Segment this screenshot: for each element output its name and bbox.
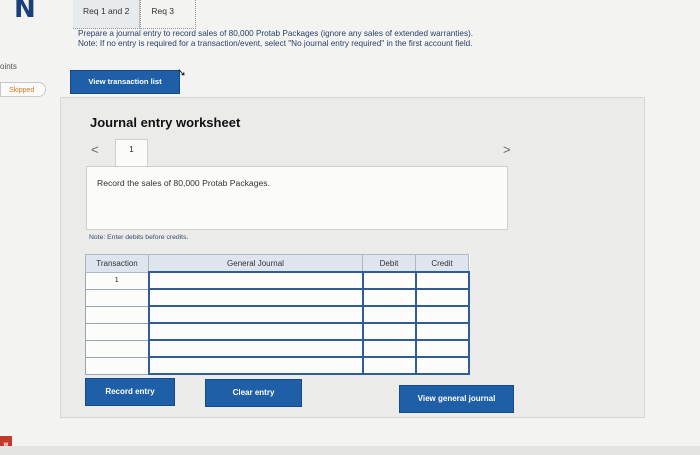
table-row: 1 [85, 271, 470, 290]
requirement-tabs: Req 1 and 2 Req 3 [73, 0, 197, 29]
entry-description: Record the sales of 80,000 Protab Packag… [97, 178, 270, 188]
column-transaction: Transaction [85, 254, 149, 273]
requirement-marker-icon: N [14, 0, 36, 24]
account-input[interactable] [147, 322, 364, 341]
credit-input[interactable] [414, 339, 470, 358]
debit-input[interactable] [361, 271, 417, 290]
tab-req-3[interactable]: Req 3 [140, 0, 197, 29]
account-input[interactable] [147, 339, 364, 358]
credit-input[interactable] [414, 288, 470, 307]
account-input[interactable] [147, 271, 364, 290]
account-input[interactable] [147, 356, 364, 375]
entry-tab-1[interactable]: 1 [115, 139, 148, 168]
previous-entry-icon[interactable]: < [91, 142, 99, 157]
debit-input[interactable] [361, 288, 417, 307]
credit-input[interactable] [414, 305, 470, 324]
entry-description-box: Record the sales of 80,000 Protab Packag… [86, 166, 508, 230]
view-general-journal-button[interactable]: View general journal [399, 385, 514, 413]
table-row [85, 356, 470, 375]
tab-req-1-and-2[interactable]: Req 1 and 2 [73, 0, 141, 29]
clear-entry-button[interactable]: Clear entry [205, 379, 302, 407]
debit-input[interactable] [361, 356, 417, 375]
journal-entry-table: Transaction General Journal Debit Credit… [85, 254, 470, 375]
debit-input[interactable] [361, 322, 417, 341]
transaction-cell: 1 [85, 271, 149, 290]
worksheet-title: Journal entry worksheet [90, 115, 241, 130]
credit-input[interactable] [414, 356, 470, 375]
journal-entry-worksheet: Journal entry worksheet < 1 > Record the… [60, 97, 645, 418]
table-row [85, 288, 470, 307]
account-input[interactable] [147, 288, 364, 307]
transaction-cell [85, 322, 149, 341]
credit-input[interactable] [414, 322, 470, 341]
column-credit: Credit [415, 254, 469, 273]
skipped-badge: Skipped [0, 82, 46, 97]
transaction-cell [85, 288, 149, 307]
instruction-block: Prepare a journal entry to record sales … [78, 29, 618, 49]
column-debit: Debit [362, 254, 416, 273]
table-row [85, 305, 470, 324]
transaction-cell [85, 356, 149, 375]
credit-input[interactable] [414, 271, 470, 290]
transaction-cell [85, 305, 149, 324]
account-input[interactable] [147, 305, 364, 324]
view-transaction-list-button[interactable]: View transaction list [70, 70, 180, 94]
points-label: oints [0, 62, 17, 71]
debit-credit-note: Note: Enter debits before credits. [89, 234, 189, 241]
debit-input[interactable] [361, 305, 417, 324]
instruction-text: Prepare a journal entry to record sales … [78, 29, 474, 38]
table-row [85, 339, 470, 358]
table-row [85, 322, 470, 341]
instruction-note: Note: If no entry is required for a tran… [78, 39, 473, 48]
transaction-cell [85, 339, 149, 358]
debit-input[interactable] [361, 339, 417, 358]
mouse-cursor-icon: ➘ [177, 67, 187, 79]
footer-bar [0, 446, 700, 455]
column-general-journal: General Journal [148, 254, 363, 273]
record-entry-button[interactable]: Record entry [85, 378, 175, 406]
next-entry-icon[interactable]: > [503, 142, 511, 157]
